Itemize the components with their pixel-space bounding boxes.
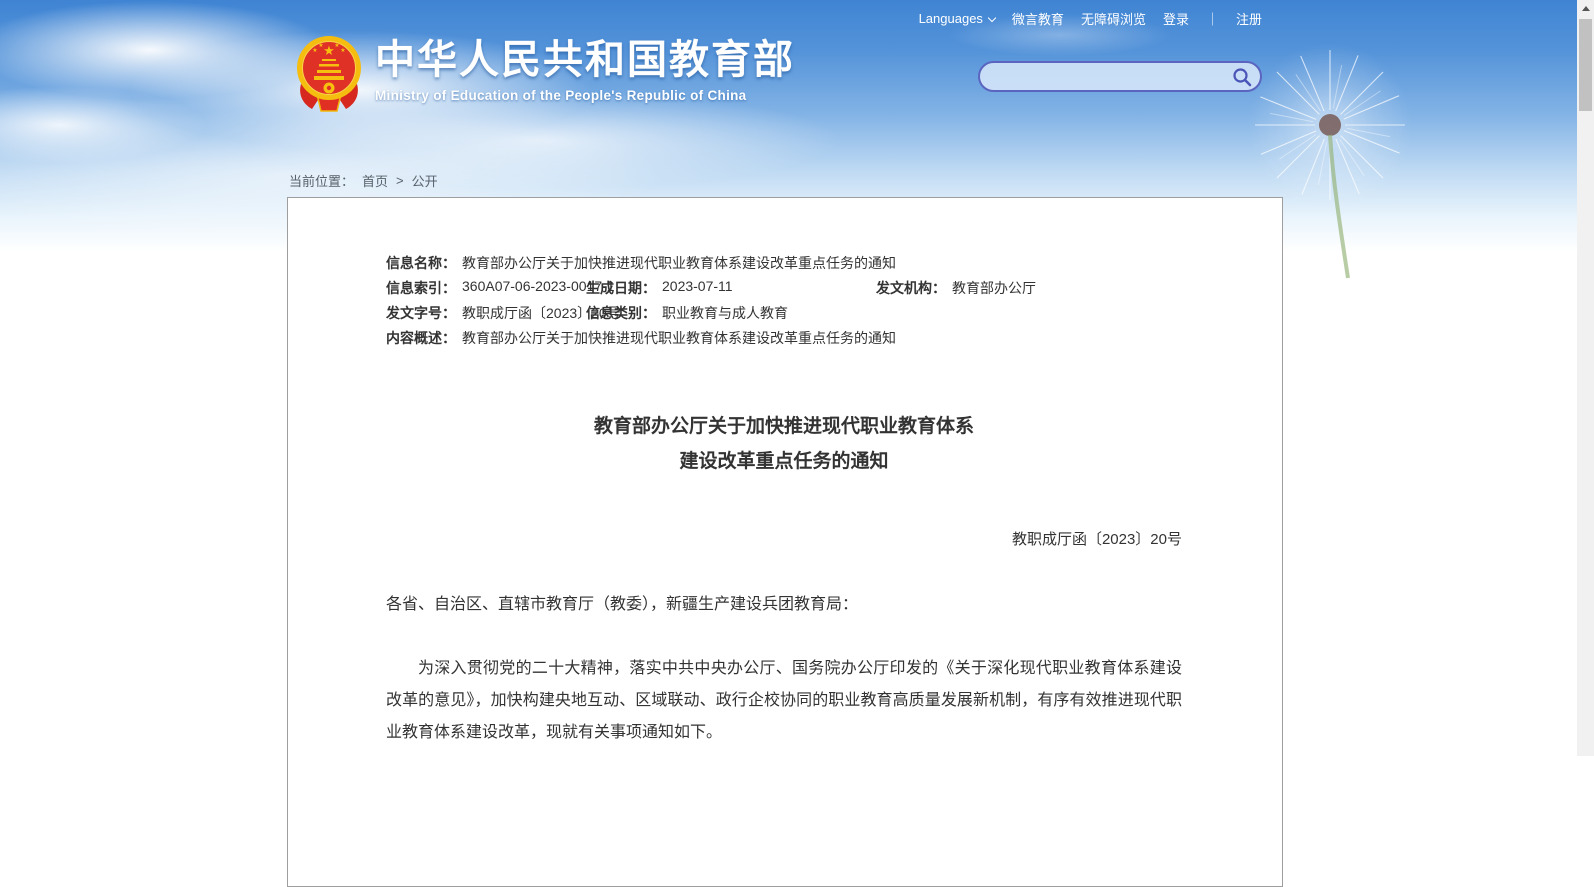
breadcrumb-home[interactable]: 首页 (362, 171, 388, 190)
meta-summary-label: 内容概述： (386, 328, 456, 348)
svg-text:★: ★ (318, 42, 323, 49)
document-title-line2: 建设改革重点任务的通知 (386, 444, 1182, 479)
document-paragraph: 为深入贯彻党的二十大精神，落实中共中央办公厅、国务院办公厅印发的《关于深化现代职… (386, 653, 1182, 749)
meta-date-value: 2023-07-11 (662, 278, 733, 294)
breadcrumb-current[interactable]: 公开 (412, 171, 438, 190)
breadcrumb: 当前位置： 首页 > 公开 (289, 171, 438, 190)
scroll-up-button[interactable] (1577, 0, 1594, 17)
document-title: 教育部办公厅关于加快推进现代职业教育体系 建设改革重点任务的通知 (386, 409, 1182, 479)
site-header: ★ ★ ★ ★ ★ 中华人民共和国教育部 Ministry of Educati… (293, 34, 795, 114)
document-panel: 信息名称： 教育部办公厅关于加快推进现代职业教育体系建设改革重点任务的通知 信息… (287, 197, 1283, 887)
languages-label: Languages (919, 11, 983, 26)
breadcrumb-prefix: 当前位置： (289, 171, 354, 190)
meta-index-label: 信息索引： (386, 278, 456, 298)
meta-category-label: 信息类别： (586, 303, 656, 323)
document-metadata: 信息名称： 教育部办公厅关于加快推进现代职业教育体系建设改革重点任务的通知 信息… (386, 253, 1182, 353)
top-utility-nav: Languages 微言教育 无障碍浏览 登录 ｜ 注册 (919, 9, 1262, 28)
search-button[interactable] (1224, 63, 1260, 90)
scroll-up-icon (1582, 6, 1590, 11)
nav-weiyan-jiaoyu[interactable]: 微言教育 (1012, 9, 1064, 28)
meta-date-label: 生成日期： (586, 278, 656, 298)
site-title: 中华人民共和国教育部 (375, 34, 795, 86)
document-title-line1: 教育部办公厅关于加快推进现代职业教育体系 (386, 409, 1182, 444)
document-salutation: 各省、自治区、直辖市教育厅（教委），新疆生产建设兵团教育局： (386, 593, 1182, 617)
nav-accessibility[interactable]: 无障碍浏览 (1081, 9, 1146, 28)
svg-text:★: ★ (334, 42, 339, 49)
meta-row-docno-category: 发文字号： 教职成厅函〔2023〕20号 信息类别： 职业教育与成人教育 (386, 303, 1182, 328)
nav-register[interactable]: 注册 (1236, 9, 1262, 28)
search-box (978, 61, 1262, 92)
meta-name-value: 教育部办公厅关于加快推进现代职业教育体系建设改革重点任务的通知 (462, 253, 896, 273)
svg-text:★: ★ (323, 43, 335, 58)
breadcrumb-separator: > (396, 173, 404, 188)
nav-separator: ｜ (1206, 9, 1219, 28)
meta-row-name: 信息名称： 教育部办公厅关于加快推进现代职业教育体系建设改革重点任务的通知 (386, 253, 1182, 278)
search-input[interactable] (980, 63, 1224, 90)
moe-gov-webpage: { "topnav": { "languages": "Languages", … (0, 0, 1594, 756)
meta-agency-label: 发文机构： (876, 278, 946, 298)
meta-docno-label: 发文字号： (386, 303, 456, 323)
meta-category-value: 职业教育与成人教育 (662, 303, 788, 323)
scrollbar-thumb[interactable] (1579, 19, 1592, 111)
meta-summary-value: 教育部办公厅关于加快推进现代职业教育体系建设改革重点任务的通知 (462, 328, 896, 348)
languages-menu[interactable]: Languages (919, 11, 995, 26)
meta-row-index-date-agency: 信息索引： 360A07-06-2023-0017-1 生成日期： 2023-0… (386, 278, 1182, 303)
site-subtitle: Ministry of Education of the People's Re… (375, 88, 795, 103)
scrollbar[interactable] (1577, 0, 1594, 756)
national-emblem-icon: ★ ★ ★ ★ ★ (293, 34, 365, 114)
meta-agency-value: 教育部办公厅 (952, 278, 1036, 298)
nav-login[interactable]: 登录 (1163, 9, 1189, 28)
meta-row-summary: 内容概述： 教育部办公厅关于加快推进现代职业教育体系建设改革重点任务的通知 (386, 328, 1182, 353)
svg-text:★: ★ (340, 47, 345, 54)
document-number: 教职成厅函〔2023〕20号 (386, 528, 1182, 549)
meta-name-label: 信息名称： (386, 253, 456, 273)
search-icon (1232, 67, 1252, 87)
chevron-down-icon (988, 14, 996, 22)
svg-text:★: ★ (312, 47, 317, 54)
